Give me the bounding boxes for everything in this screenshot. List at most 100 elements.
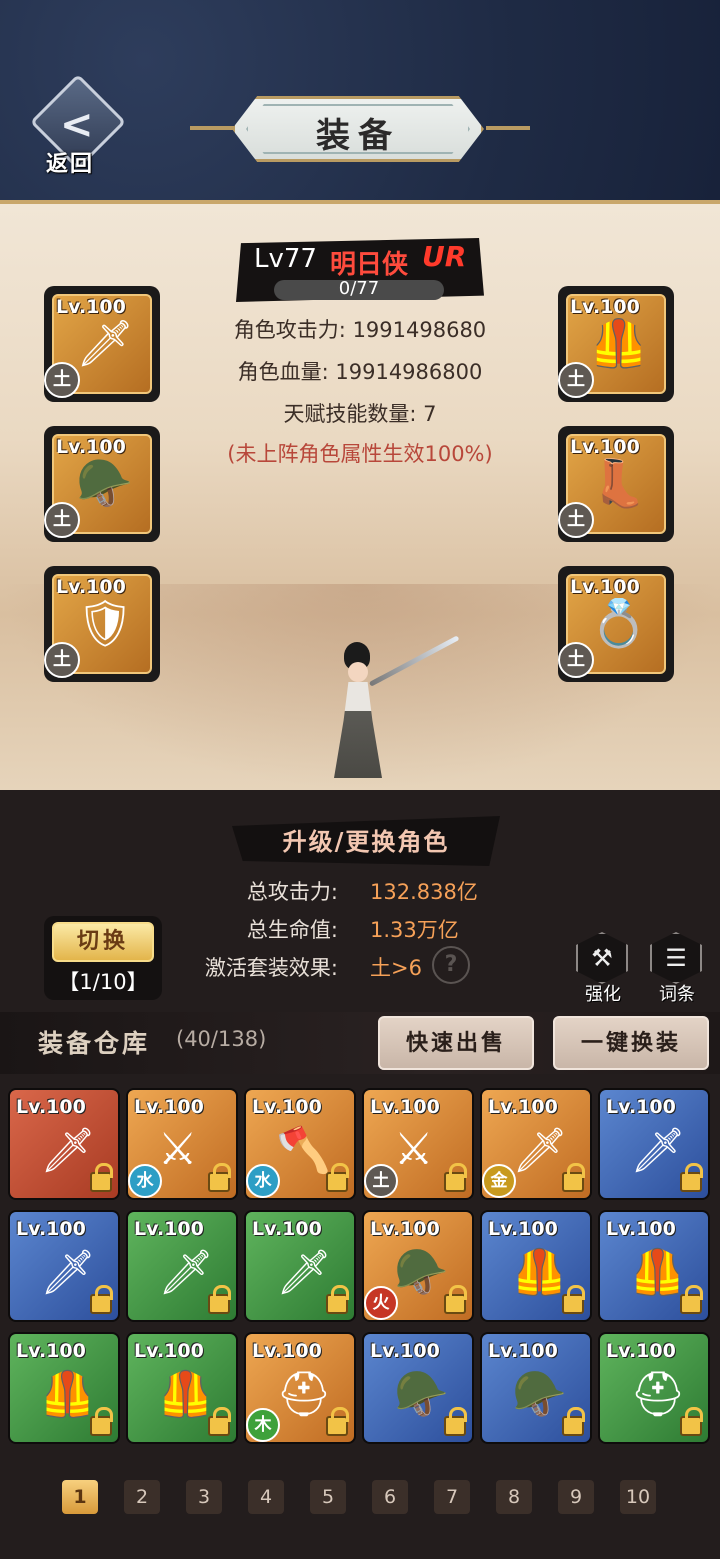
item-level: Lv.100 — [134, 1096, 204, 1118]
switch-page-indicator: 【1/10】 — [58, 970, 148, 994]
page-button-5[interactable]: 5 — [310, 1480, 346, 1514]
back-button[interactable]: < 返回 — [29, 73, 127, 178]
element-earth-icon: 土 — [558, 502, 594, 538]
item-level: Lv.100 — [252, 1340, 322, 1362]
item-level: Lv.100 — [370, 1096, 440, 1118]
page-button-4[interactable]: 4 — [248, 1480, 284, 1514]
element-earth-icon: 土 — [44, 502, 80, 538]
help-icon[interactable]: ? — [432, 946, 470, 984]
element-water-icon: 水 — [128, 1164, 162, 1198]
lock-icon — [680, 1163, 703, 1192]
inventory-item[interactable]: Lv.100 🦺 — [598, 1210, 710, 1322]
inventory-item[interactable]: Lv.100 🗡 — [8, 1210, 120, 1322]
inventory-item[interactable]: Lv.100 🦺 — [126, 1332, 238, 1444]
quick-sell-button[interactable]: 快速出售 — [378, 1016, 534, 1070]
hero-level: Lv77 — [254, 244, 317, 274]
list-icon: ☰ — [650, 932, 702, 984]
item-level: Lv.100 — [252, 1096, 322, 1118]
element-wood-icon: 木 — [246, 1408, 280, 1442]
equip-slot-helmet[interactable]: Lv.100 🪖 土 — [44, 426, 160, 542]
total-hp-label: 总生命值: — [246, 918, 338, 942]
lock-icon — [90, 1407, 113, 1436]
amulet-icon: 🛡 — [76, 596, 135, 650]
enhance-button[interactable]: ⚒ 强化 — [574, 932, 632, 1006]
lock-icon — [444, 1407, 467, 1436]
equipment-icon: 🪖 — [394, 1247, 449, 1298]
hero-hp-stat: 角色血量: 19914986800 — [237, 360, 483, 384]
equip-level: Lv.100 — [56, 576, 126, 598]
one-key-equip-button[interactable]: 一键换装 — [553, 1016, 709, 1070]
back-label: 返回 — [46, 152, 95, 177]
lock-icon — [326, 1407, 349, 1436]
hero-name: 明日侠 — [330, 250, 409, 280]
equipment-icon: 🗡 — [276, 1247, 332, 1298]
inventory-item[interactable]: Lv.100 🪖 火 — [362, 1210, 474, 1322]
inventory-item[interactable]: Lv.100 🗡 — [8, 1088, 120, 1200]
inventory-item[interactable]: Lv.100 🗡 — [126, 1210, 238, 1322]
page-button-1[interactable]: 1 — [62, 1480, 98, 1514]
page-button-8[interactable]: 8 — [496, 1480, 532, 1514]
equipment-icon: 🦺 — [158, 1369, 213, 1420]
item-level: Lv.100 — [606, 1218, 676, 1240]
upgrade-change-hero-button[interactable]: 升级/更换角色 — [232, 822, 500, 857]
element-earth-icon: 土 — [364, 1164, 398, 1198]
inventory-item[interactable]: Lv.100 🪓 水 — [244, 1088, 356, 1200]
lock-icon — [680, 1285, 703, 1314]
total-attack-label: 总攻击力: — [246, 880, 338, 904]
page-button-7[interactable]: 7 — [434, 1480, 470, 1514]
inventory-item[interactable]: Lv.100 ⚔ 土 — [362, 1088, 474, 1200]
boots-icon: 👢 — [590, 456, 648, 510]
title-ornament-right — [486, 126, 530, 130]
page-button-9[interactable]: 9 — [558, 1480, 594, 1514]
inventory-item[interactable]: Lv.100 🗡 — [598, 1088, 710, 1200]
equipment-icon: 🗡 — [512, 1125, 568, 1176]
equipment-icon: 🗡 — [40, 1247, 96, 1298]
equip-slot-armor[interactable]: Lv.100 🦺 土 — [558, 286, 674, 402]
equip-slot-weapon[interactable]: Lv.100 🗡 土 — [44, 286, 160, 402]
inventory-item[interactable]: Lv.100 🗡 — [244, 1210, 356, 1322]
switch-button[interactable]: 切换 — [52, 922, 154, 962]
inventory-item[interactable]: Lv.100 🦺 — [8, 1332, 120, 1444]
total-hp-value: 1.33万亿 — [370, 918, 459, 942]
inventory-item[interactable]: Lv.100 ⛑ — [598, 1332, 710, 1444]
item-level: Lv.100 — [134, 1340, 204, 1362]
equip-level: Lv.100 — [570, 436, 640, 458]
hammer-icon: ⚒ — [576, 932, 628, 984]
hero-bonus-note: (未上阵角色属性生效100%) — [227, 442, 493, 466]
equipment-icon: 🗡 — [40, 1125, 96, 1176]
inventory-item[interactable]: Lv.100 🗡 金 — [480, 1088, 592, 1200]
item-level: Lv.100 — [16, 1340, 86, 1362]
lock-icon — [326, 1285, 349, 1314]
inventory-pager: 1 2 3 4 5 6 7 8 9 10 — [62, 1480, 682, 1514]
lock-icon — [208, 1285, 231, 1314]
item-level: Lv.100 — [488, 1096, 558, 1118]
equipment-icon: 🦺 — [40, 1369, 95, 1420]
equip-slot-ring[interactable]: Lv.100 💍 土 — [558, 566, 674, 682]
page-title: 装备 — [316, 116, 400, 156]
affix-button[interactable]: ☰ 词条 — [648, 932, 706, 1006]
lock-icon — [680, 1407, 703, 1436]
page-button-3[interactable]: 3 — [186, 1480, 222, 1514]
equipment-icon: 🪖 — [394, 1369, 449, 1420]
equip-slot-accessory[interactable]: Lv.100 🛡 土 — [44, 566, 160, 682]
equipment-icon: 🪓 — [276, 1125, 331, 1176]
lock-icon — [208, 1163, 231, 1192]
inventory-item[interactable]: Lv.100 ⚔ 水 — [126, 1088, 238, 1200]
element-metal-icon: 金 — [482, 1164, 516, 1198]
element-water-icon: 水 — [246, 1164, 280, 1198]
page-button-10[interactable]: 10 — [620, 1480, 656, 1514]
page-button-6[interactable]: 6 — [372, 1480, 408, 1514]
element-earth-icon: 土 — [44, 362, 80, 398]
title-ornament-left — [190, 126, 234, 130]
inventory-item[interactable]: Lv.100 🪖 — [362, 1332, 474, 1444]
inventory-item[interactable]: Lv.100 🦺 — [480, 1210, 592, 1322]
back-arrow-icon: < — [60, 102, 94, 148]
page-button-2[interactable]: 2 — [124, 1480, 160, 1514]
inventory-item[interactable]: Lv.100 ⛑ 木 — [244, 1332, 356, 1444]
inventory-item[interactable]: Lv.100 🪖 — [480, 1332, 592, 1444]
equip-slot-boots[interactable]: Lv.100 👢 土 — [558, 426, 674, 542]
equip-level: Lv.100 — [570, 296, 640, 318]
hero-dress — [334, 682, 382, 778]
set-effect-value: 土>6 — [370, 956, 422, 980]
ring-icon: 💍 — [590, 596, 648, 650]
